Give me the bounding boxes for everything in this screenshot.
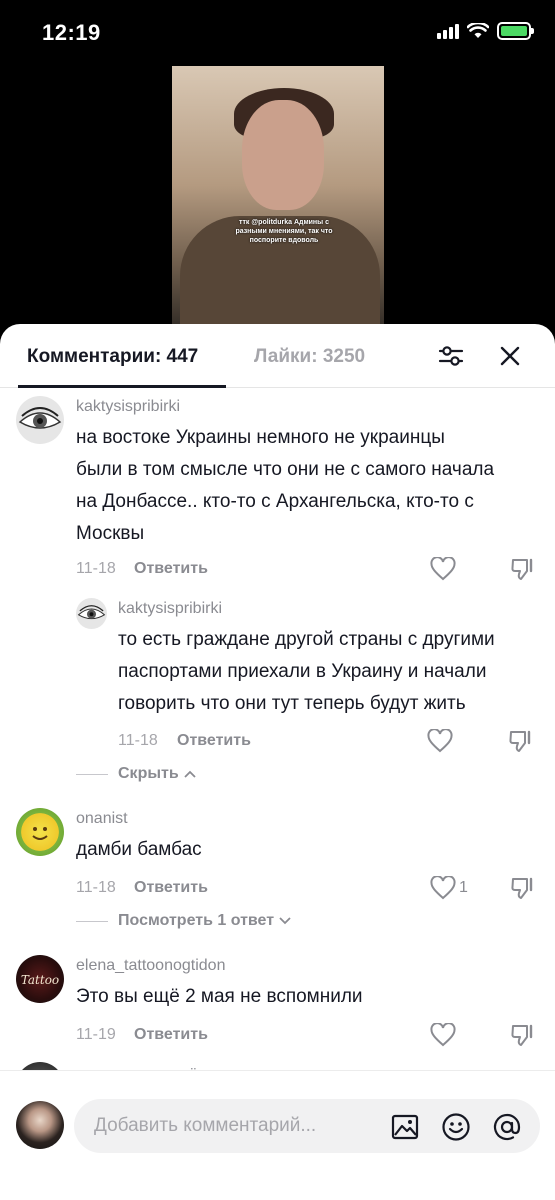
reply-button[interactable]: Ответить (134, 1026, 208, 1044)
comment-item: kaktysispribirki на востоке Украины немн… (0, 392, 555, 592)
dislike-icon[interactable] (510, 1022, 536, 1048)
comment-line: дамби бамбас (76, 839, 202, 860)
view-replies-label: Посмотреть 1 ответ (118, 912, 275, 929)
hide-replies-label: Скрыть (118, 765, 179, 782)
view-replies-button[interactable]: Посмотреть 1 ответ (76, 912, 292, 930)
sun-avatar-icon (32, 827, 48, 840)
comment-line: на востоке Украины немного не украинцы (76, 427, 445, 448)
filter-icon[interactable] (438, 343, 464, 369)
avatar[interactable]: Tattoo (16, 955, 64, 1003)
comment-date: 11-18 (118, 732, 158, 749)
heart-icon[interactable] (430, 876, 456, 900)
mention-icon[interactable] (492, 1112, 522, 1142)
avatar[interactable] (16, 808, 64, 856)
screen: 12:19 ттк @politdurka Админы с разными м… (0, 0, 555, 1200)
tab-likes[interactable]: Лайки: 3250 (254, 346, 365, 368)
dislike-icon[interactable] (510, 875, 536, 901)
comment-date: 11-18 (76, 560, 116, 577)
comment-username[interactable]: elena_tattoonogtidon (76, 957, 225, 975)
comment-text: на востоке Украины немного не украинцы б… (76, 422, 494, 550)
comment-item: onanist дамби бамбас 11-18 Ответить 1 (0, 804, 555, 914)
reply-button[interactable]: Ответить (177, 732, 251, 750)
heart-icon[interactable] (427, 729, 453, 753)
reply-button[interactable]: Ответить (134, 879, 208, 897)
video-preview[interactable]: ттк @politdurka Админы с разными мнениям… (172, 66, 384, 332)
comment-line: Это вы ещё 2 мая не вспомнили (76, 986, 363, 1007)
status-icons (437, 22, 534, 40)
dislike-icon[interactable] (508, 728, 534, 754)
comment-username[interactable]: onanist (76, 810, 128, 828)
comment-text: Это вы ещё 2 мая не вспомнили (76, 981, 363, 1013)
comment-line: то есть граждане другой страны с другими (118, 629, 495, 650)
comment-line: Москвы (76, 523, 145, 544)
signal-icon (437, 23, 459, 39)
eye-avatar-icon (18, 407, 62, 429)
close-icon[interactable] (497, 343, 523, 369)
video-caption: ттк @politdurka Админы с разными мнениям… (235, 219, 333, 244)
status-time: 12:19 (42, 20, 101, 45)
video-person-head (242, 100, 324, 210)
thread-divider (76, 920, 108, 922)
hide-replies-button[interactable]: Скрыть (76, 765, 197, 783)
comment-username[interactable]: kaktysispribirki (76, 398, 180, 416)
emoji-icon[interactable] (441, 1112, 471, 1142)
comment-date: 11-19 (76, 1026, 116, 1043)
comment-text: дамби бамбас (76, 834, 202, 866)
comment-composer (0, 1070, 555, 1200)
thread-divider (76, 773, 108, 775)
comment-username[interactable]: kaktysispribirki (118, 600, 222, 618)
battery-icon (497, 22, 534, 40)
heart-icon[interactable] (430, 557, 456, 581)
chevron-down-icon (279, 917, 291, 925)
tab-active-indicator (18, 385, 226, 388)
comment-line: были в том смысле что они не с самого на… (76, 459, 495, 480)
comment-input[interactable] (94, 1099, 394, 1153)
current-user-avatar[interactable] (16, 1101, 64, 1149)
heart-icon[interactable] (430, 1023, 456, 1047)
status-bar: 12:19 (0, 0, 555, 66)
comments-sheet: Комментарии: 447 Лайки: 3250 kaktysispri… (0, 324, 555, 1200)
avatar[interactable] (76, 598, 107, 629)
tattoo-logo-icon: Tattoo (21, 973, 59, 987)
eye-avatar-icon (77, 605, 106, 620)
comment-text: то есть граждане другой страны с другими… (118, 624, 495, 720)
tab-bar: Комментарии: 447 Лайки: 3250 (0, 324, 555, 388)
chevron-up-icon (184, 770, 196, 778)
comment-line: говорить что они тут теперь будут жить (118, 693, 466, 714)
wifi-icon (467, 23, 489, 38)
comment-line: паспортами приехали в Украину и начали (118, 661, 487, 682)
dislike-icon[interactable] (510, 556, 536, 582)
comment-item: Tattoo elena_tattoonogtidon Это вы ещё 2… (0, 951, 555, 1061)
like-count: 1 (459, 879, 468, 896)
comment-date: 11-18 (76, 879, 116, 896)
tattoo-logo-text: Tattoo (21, 973, 59, 987)
comment-line: на Донбассе.. кто-то с Архангельска, кто… (76, 491, 474, 512)
avatar[interactable] (16, 396, 64, 444)
image-icon[interactable] (390, 1112, 420, 1142)
reply-button[interactable]: Ответить (134, 560, 208, 578)
tab-comments[interactable]: Комментарии: 447 (27, 346, 198, 368)
reply-item: kaktysispribirki то есть граждане другой… (0, 594, 555, 774)
